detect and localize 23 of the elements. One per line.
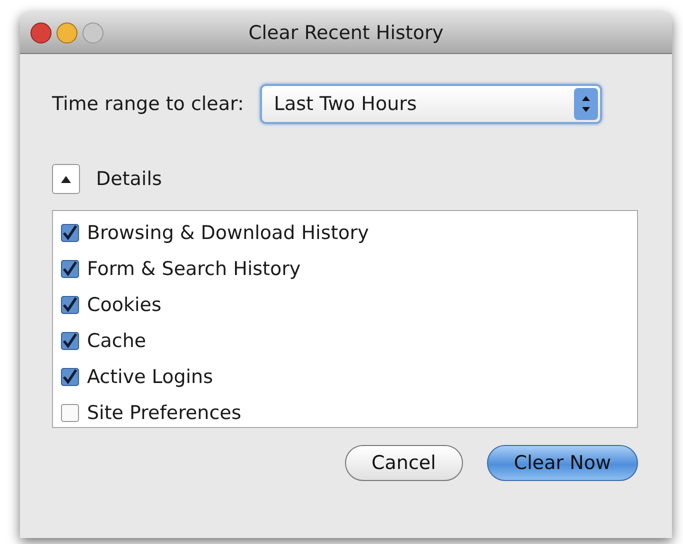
checkbox[interactable]: [61, 404, 79, 422]
checkbox-label: Cache: [87, 328, 146, 354]
checkbox[interactable]: [61, 296, 79, 314]
checkbox-label: Cookies: [87, 292, 162, 318]
close-icon[interactable]: [30, 22, 52, 44]
details-label: Details: [96, 166, 162, 192]
time-range-label: Time range to clear:: [52, 92, 244, 117]
up-triangle-icon: [60, 174, 72, 184]
cancel-button[interactable]: Cancel: [344, 445, 463, 481]
checkbox[interactable]: [61, 224, 79, 242]
checkbox[interactable]: [61, 332, 79, 350]
stepper-arrows-icon: [574, 88, 598, 120]
clear-now-button[interactable]: Clear Now: [486, 445, 638, 481]
checkbox[interactable]: [61, 368, 79, 386]
details-toggle-button[interactable]: [52, 164, 80, 194]
checkbox-label: Form & Search History: [87, 256, 301, 282]
window-title: Clear Recent History: [248, 21, 444, 46]
checkbox[interactable]: [61, 260, 79, 278]
checkbox-label: Site Preferences: [87, 400, 242, 426]
checkbox-label: Browsing & Download History: [87, 220, 369, 246]
minimize-icon[interactable]: [56, 22, 78, 44]
time-range-dropdown[interactable]: Last Two Hours: [260, 84, 602, 124]
checkbox-label: Active Logins: [87, 364, 213, 390]
